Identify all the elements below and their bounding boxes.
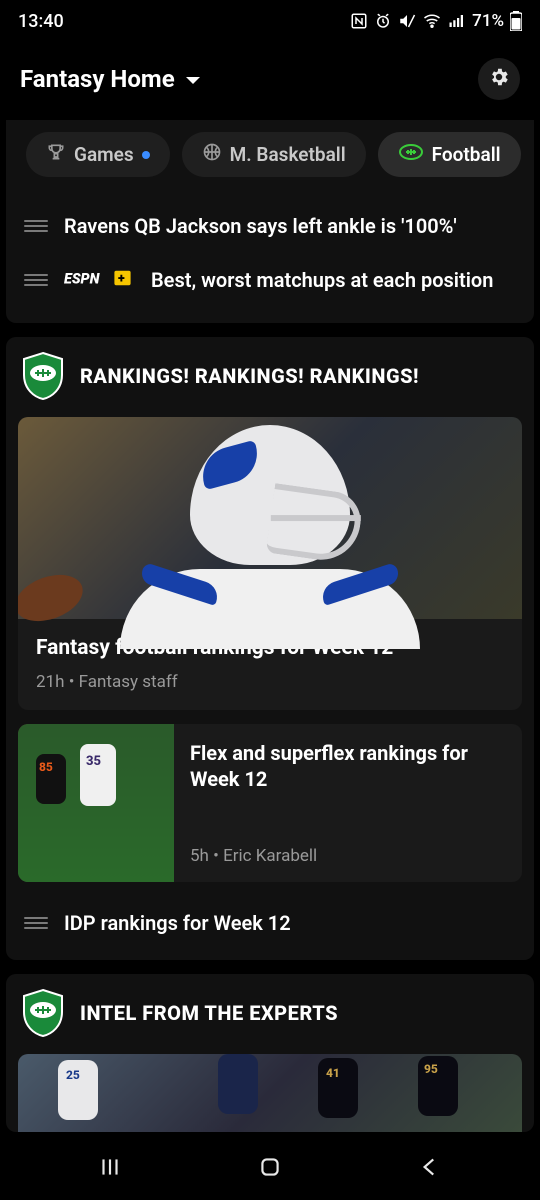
status-bar: 13:40 71% [0,0,540,42]
card-age: 5h [190,846,209,866]
hero-image [18,417,522,619]
news-item[interactable]: ESPN + Best, worst matchups at each posit… [6,253,534,307]
battery-icon [510,11,522,31]
rankings-hero-card[interactable]: Fantasy football rankings for Week 12 21… [18,417,522,710]
app-header: Fantasy Home [0,42,540,120]
back-button[interactable] [417,1154,443,1184]
alarm-icon [374,12,392,30]
intel-section: INTEL FROM THE EXPERTS [6,974,534,1132]
page-title: Fantasy Home [20,65,175,93]
battery-text: 71% [472,11,504,31]
signal-icon [448,12,466,30]
rankings-card-flex[interactable]: Flex and superflex rankings for Week 12 … [18,724,522,882]
football-icon [398,143,424,166]
svg-text:ESPN: ESPN [64,270,101,287]
rankings-title: RANKINGS! RANKINGS! RANKINGS! [80,364,419,388]
notification-dot-icon [142,151,150,159]
recents-button[interactable] [97,1154,123,1184]
tab-football-label: Football [432,143,501,166]
basketball-icon [202,142,222,167]
android-nav-bar [0,1138,540,1200]
clock: 13:40 [18,11,64,32]
espn-plus-badge: ESPN + [64,269,136,287]
news-headline: ESPN + Best, worst matchups at each posit… [64,267,493,293]
fantasy-shield-icon [20,988,66,1038]
svg-text:+: + [118,272,125,287]
rankings-idp-headline: IDP rankings for Week 12 [64,910,291,936]
card-age: 21h [36,672,64,692]
tab-games[interactable]: Games [26,132,170,177]
card-meta: 21h • Fantasy staff [36,672,504,692]
tab-football[interactable]: Football [378,132,521,177]
trophy-icon [46,142,66,167]
list-icon [24,274,48,286]
card-thumbnail [18,724,174,882]
list-icon [24,220,48,232]
intel-title: INTEL FROM THE EXPERTS [80,1001,338,1025]
page-title-dropdown[interactable]: Fantasy Home [20,65,201,93]
intel-hero-image[interactable] [18,1054,522,1132]
chevron-down-icon [185,65,201,93]
news-item[interactable]: Ravens QB Jackson says left ankle is '10… [6,199,534,253]
section-header: INTEL FROM THE EXPERTS [6,974,534,1054]
tab-games-label: Games [74,143,134,166]
news-headline: Ravens QB Jackson says left ankle is '10… [64,213,457,239]
card-title: Flex and superflex rankings for Week 12 [190,740,506,792]
card-author: Eric Karabell [223,846,317,866]
settings-button[interactable] [478,58,520,100]
tab-m-basketball[interactable]: M. Basketball [182,132,366,177]
section-header: RANKINGS! RANKINGS! RANKINGS! [6,337,534,417]
news-headline-text: Best, worst matchups at each position [151,268,493,292]
nfc-icon [350,12,368,30]
category-tabs: Games M. Basketball Football [6,120,534,195]
wifi-icon [422,12,442,30]
status-icons: 71% [350,11,522,31]
rankings-item-idp[interactable]: IDP rankings for Week 12 [6,896,534,950]
news-section: Ravens QB Jackson says left ankle is '10… [6,195,534,323]
list-icon [24,917,48,929]
card-author: Fantasy staff [79,672,178,692]
rankings-section: RANKINGS! RANKINGS! RANKINGS! Fantasy fo… [6,337,534,960]
tab-mbasketball-label: M. Basketball [230,143,346,166]
fantasy-shield-icon [20,351,66,401]
card-meta: 5h • Eric Karabell [190,846,506,866]
home-button[interactable] [257,1154,283,1184]
gear-icon [488,66,510,92]
mute-icon [398,12,416,30]
